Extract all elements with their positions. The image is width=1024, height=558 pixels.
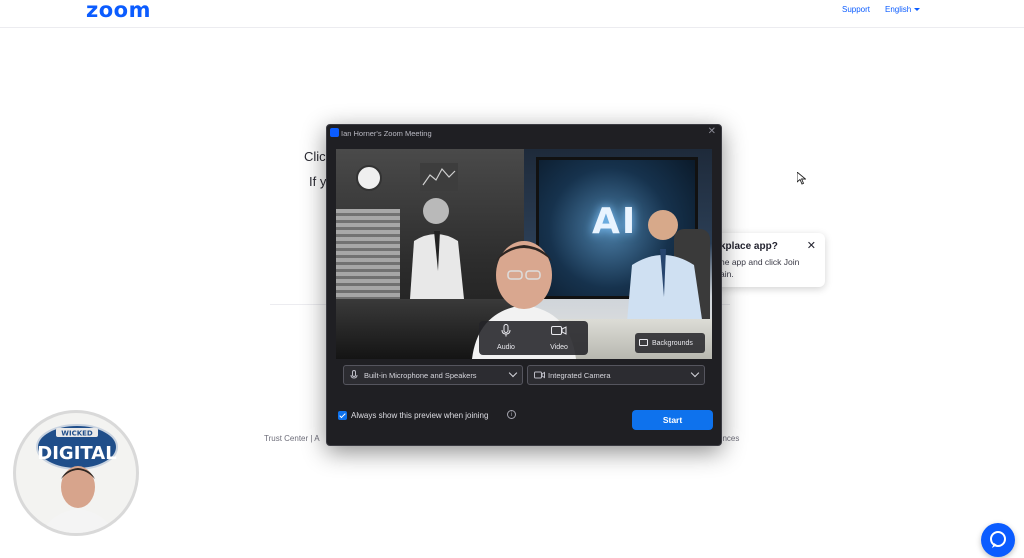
backgrounds-label: Backgrounds [652,340,693,347]
preview-dialog: Ian Horner's Zoom Meeting ✕ AI Audio Vid… [326,124,722,446]
backgrounds-button[interactable]: Backgrounds [635,333,705,353]
video-button[interactable]: Video [539,324,579,351]
chat-icon [990,531,1006,548]
dialog-title: Ian Horner's Zoom Meeting [341,129,432,138]
audio-device-value: Built-in Microphone and Speakers [364,371,477,380]
zoom-app-icon [330,128,339,137]
always-show-preview-label[interactable]: Always show this preview when joining [351,411,488,420]
video-camera-icon [551,326,567,335]
info-icon[interactable]: i [507,410,516,419]
audio-button[interactable]: Audio [486,324,526,351]
microphone-icon [501,324,511,337]
support-link[interactable]: Support [842,5,870,14]
top-bar: zoom Support English [0,0,1024,28]
caret-down-icon [914,8,921,12]
start-button[interactable]: Start [632,410,713,430]
close-icon[interactable]: ✕ [708,126,716,137]
chevron-down-icon [690,368,700,378]
webcam-overlay: WICKED DIGITAL [13,410,139,536]
launch-text-line1: Clic [304,149,326,164]
audio-label: Audio [497,344,515,351]
launch-text-line2: If y [309,174,327,189]
video-device-select[interactable]: Integrated Camera [527,365,705,385]
clock-icon [356,165,382,191]
language-label: English [885,5,912,14]
marketplace-app-popup: kplace app? he app and click Join ain. ✕ [712,233,825,287]
microphone-icon [350,370,358,379]
audio-device-select[interactable]: Built-in Microphone and Speakers [343,365,523,385]
always-show-preview-checkbox[interactable] [338,411,347,420]
video-camera-icon [534,371,545,379]
video-preview: AI Audio Video Backgrounds [336,149,712,359]
office-man-left [410,198,464,299]
language-selector[interactable]: English [885,5,921,14]
office-man-right [626,210,704,333]
mouse-cursor-icon [796,171,807,190]
webcam-person [42,466,114,533]
chart-sketch-icon [420,163,458,191]
close-icon[interactable]: ✕ [807,239,816,252]
chevron-down-icon [508,368,518,378]
background-image-icon [639,339,648,346]
preview-controls: Audio Video [479,321,588,355]
zoom-logo[interactable]: zoom [86,0,151,22]
popup-title: kplace app? [720,241,778,252]
video-label: Video [550,344,568,351]
popup-body: he app and click Join ain. [720,257,800,279]
footer-links-left[interactable]: Trust Center | A [264,434,320,443]
chat-support-button[interactable] [981,523,1015,557]
svg-text:WICKED: WICKED [61,430,93,438]
video-device-value: Integrated Camera [548,371,611,380]
